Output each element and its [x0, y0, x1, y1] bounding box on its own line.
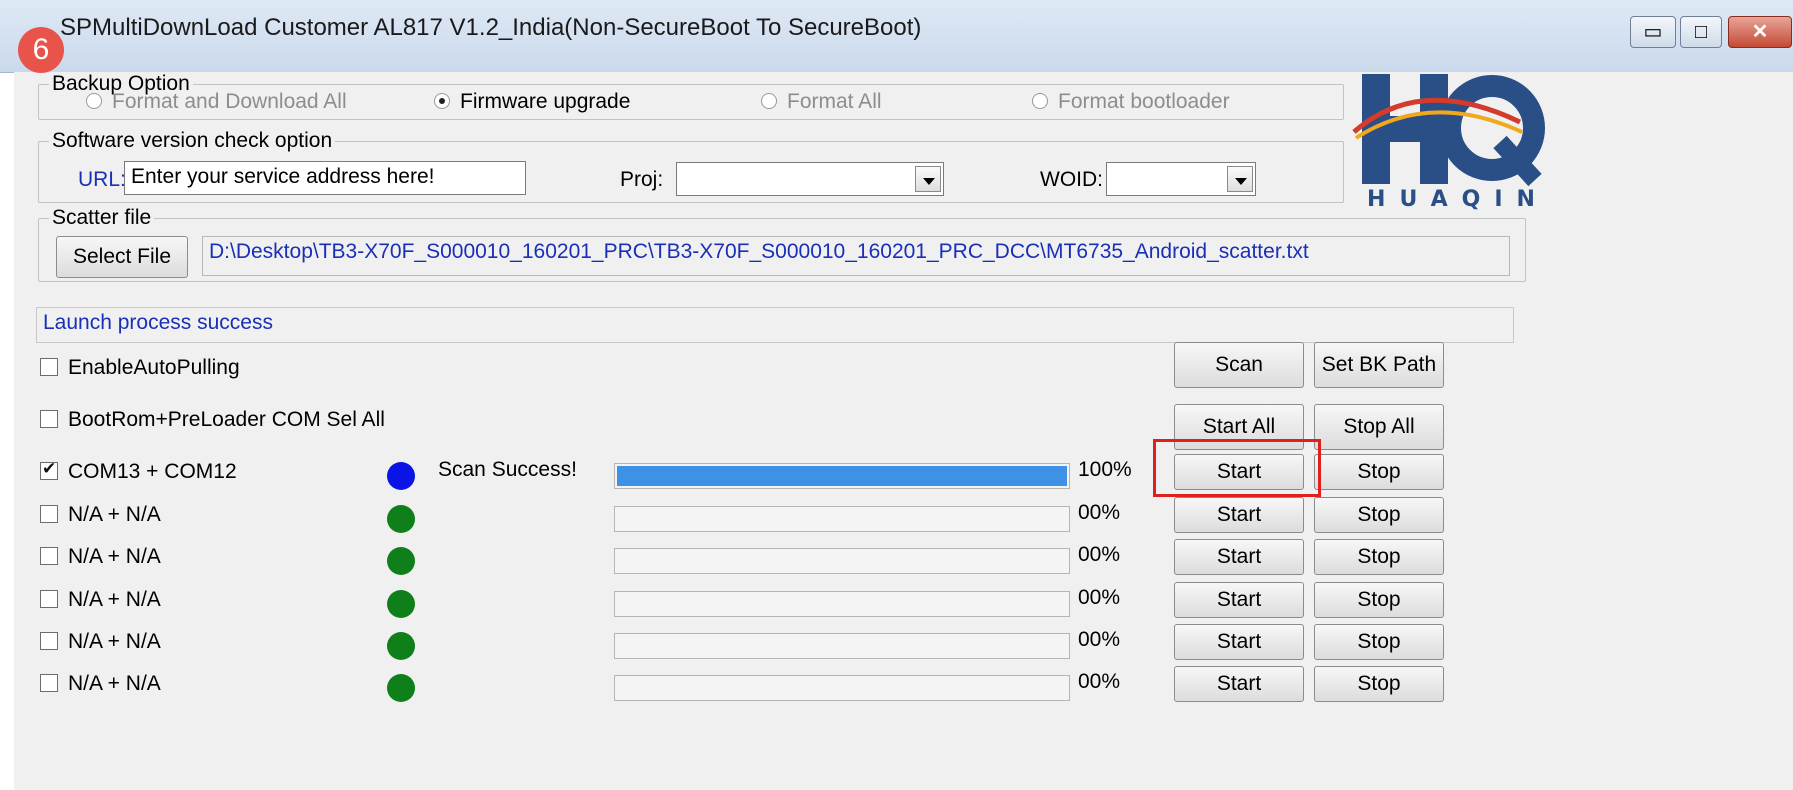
port-label: N/A + N/A — [68, 545, 161, 568]
status-field: Launch process success — [36, 307, 1514, 343]
woid-select[interactable] — [1106, 162, 1256, 196]
stop-button[interactable]: Stop — [1314, 624, 1444, 660]
maximize-button[interactable]: □ — [1680, 16, 1722, 48]
radio-indicator — [434, 93, 450, 109]
status-led-icon — [387, 674, 415, 702]
status-led-icon — [387, 590, 415, 618]
radio-format-download-all[interactable]: Format and Download All — [86, 90, 347, 114]
radio-firmware-upgrade[interactable]: Firmware upgrade — [434, 90, 630, 114]
url-label: URL: — [78, 168, 126, 191]
set-bk-path-button[interactable]: Set BK Path — [1314, 342, 1444, 388]
progress-percent: 100% — [1078, 458, 1132, 481]
select-file-button[interactable]: Select File — [56, 236, 188, 278]
stop-button[interactable]: Stop — [1314, 539, 1444, 575]
progress-percent: 00% — [1078, 501, 1121, 524]
scan-button[interactable]: Scan — [1174, 342, 1304, 388]
progress-bar — [614, 591, 1070, 617]
port-checkbox[interactable] — [40, 505, 58, 523]
chevron-down-icon[interactable] — [1227, 166, 1253, 192]
step-badge: 6 — [18, 27, 64, 73]
status-led-icon — [387, 547, 415, 575]
logo-text: HUAQIN — [1367, 187, 1549, 212]
port-label: N/A + N/A — [68, 672, 161, 695]
com-sel-all-label: BootRom+PreLoader COM Sel All — [68, 408, 385, 431]
scatter-path-field[interactable]: D:\Desktop\TB3-X70F_S000010_160201_PRC\T… — [202, 236, 1510, 276]
status-led-icon — [387, 505, 415, 533]
port-checkbox[interactable] — [40, 674, 58, 692]
progress-percent: 00% — [1078, 543, 1121, 566]
highlight-annotation — [1153, 439, 1321, 497]
radio-indicator — [1032, 93, 1048, 109]
port-checkbox[interactable] — [40, 547, 58, 565]
version-check-legend: Software version check option — [52, 129, 333, 152]
scatter-file-legend: Scatter file — [52, 206, 152, 229]
start-button[interactable]: Start — [1174, 624, 1304, 660]
start-button[interactable]: Start — [1174, 666, 1304, 702]
port-checkbox[interactable] — [40, 632, 58, 650]
maximize-icon: □ — [1694, 21, 1708, 43]
stop-button[interactable]: Stop — [1314, 582, 1444, 618]
status-led-icon — [387, 462, 415, 490]
minimize-icon: ▭ — [1643, 21, 1663, 43]
stop-all-button[interactable]: Stop All — [1314, 404, 1444, 450]
port-status-text: Scan Success! — [438, 458, 577, 481]
port-label: COM13 + COM12 — [68, 460, 237, 483]
status-led-icon — [387, 632, 415, 660]
port-checkbox[interactable] — [40, 459, 58, 480]
start-button[interactable]: Start — [1174, 539, 1304, 575]
port-label: N/A + N/A — [68, 588, 161, 611]
auto-pulling-checkbox[interactable] — [40, 358, 58, 376]
window-title: SPMultiDownLoad Customer AL817 V1.2_Indi… — [60, 14, 922, 41]
port-checkbox[interactable] — [40, 590, 58, 608]
progress-bar — [614, 506, 1070, 532]
main-panel: Backup Option Format and Download All Fi… — [14, 72, 1793, 790]
progress-percent: 00% — [1078, 670, 1121, 693]
start-button[interactable]: Start — [1174, 497, 1304, 533]
progress-bar — [614, 633, 1070, 659]
close-button[interactable]: ✕ — [1728, 16, 1792, 48]
progress-percent: 00% — [1078, 586, 1121, 609]
close-icon: ✕ — [1751, 21, 1769, 43]
port-label: N/A + N/A — [68, 630, 161, 653]
progress-fill — [617, 466, 1067, 486]
url-input[interactable]: Enter your service address here! — [124, 161, 526, 195]
woid-label: WOID: — [1040, 168, 1103, 191]
title-bar[interactable]: SPMultiDownLoad Customer AL817 V1.2_Indi… — [0, 0, 1793, 73]
radio-format-bootloader[interactable]: Format bootloader — [1032, 90, 1230, 114]
progress-bar — [614, 463, 1070, 489]
radio-format-all[interactable]: Format All — [761, 90, 882, 114]
proj-select[interactable] — [676, 162, 944, 196]
port-label: N/A + N/A — [68, 503, 161, 526]
progress-percent: 00% — [1078, 628, 1121, 651]
stop-button[interactable]: Stop — [1314, 497, 1444, 533]
stop-button[interactable]: Stop — [1314, 454, 1444, 490]
progress-bar — [614, 675, 1070, 701]
radio-indicator — [86, 93, 102, 109]
minimize-button[interactable]: ▭ — [1630, 16, 1676, 48]
com-sel-all-checkbox[interactable] — [40, 410, 58, 428]
radio-indicator — [761, 93, 777, 109]
start-button[interactable]: Start — [1174, 582, 1304, 618]
chevron-down-icon[interactable] — [915, 166, 941, 192]
progress-bar — [614, 548, 1070, 574]
auto-pulling-label: EnableAutoPulling — [68, 356, 240, 379]
proj-label: Proj: — [620, 168, 664, 191]
huaqin-logo: HUAQIN — [1352, 74, 1549, 212]
stop-button[interactable]: Stop — [1314, 666, 1444, 702]
